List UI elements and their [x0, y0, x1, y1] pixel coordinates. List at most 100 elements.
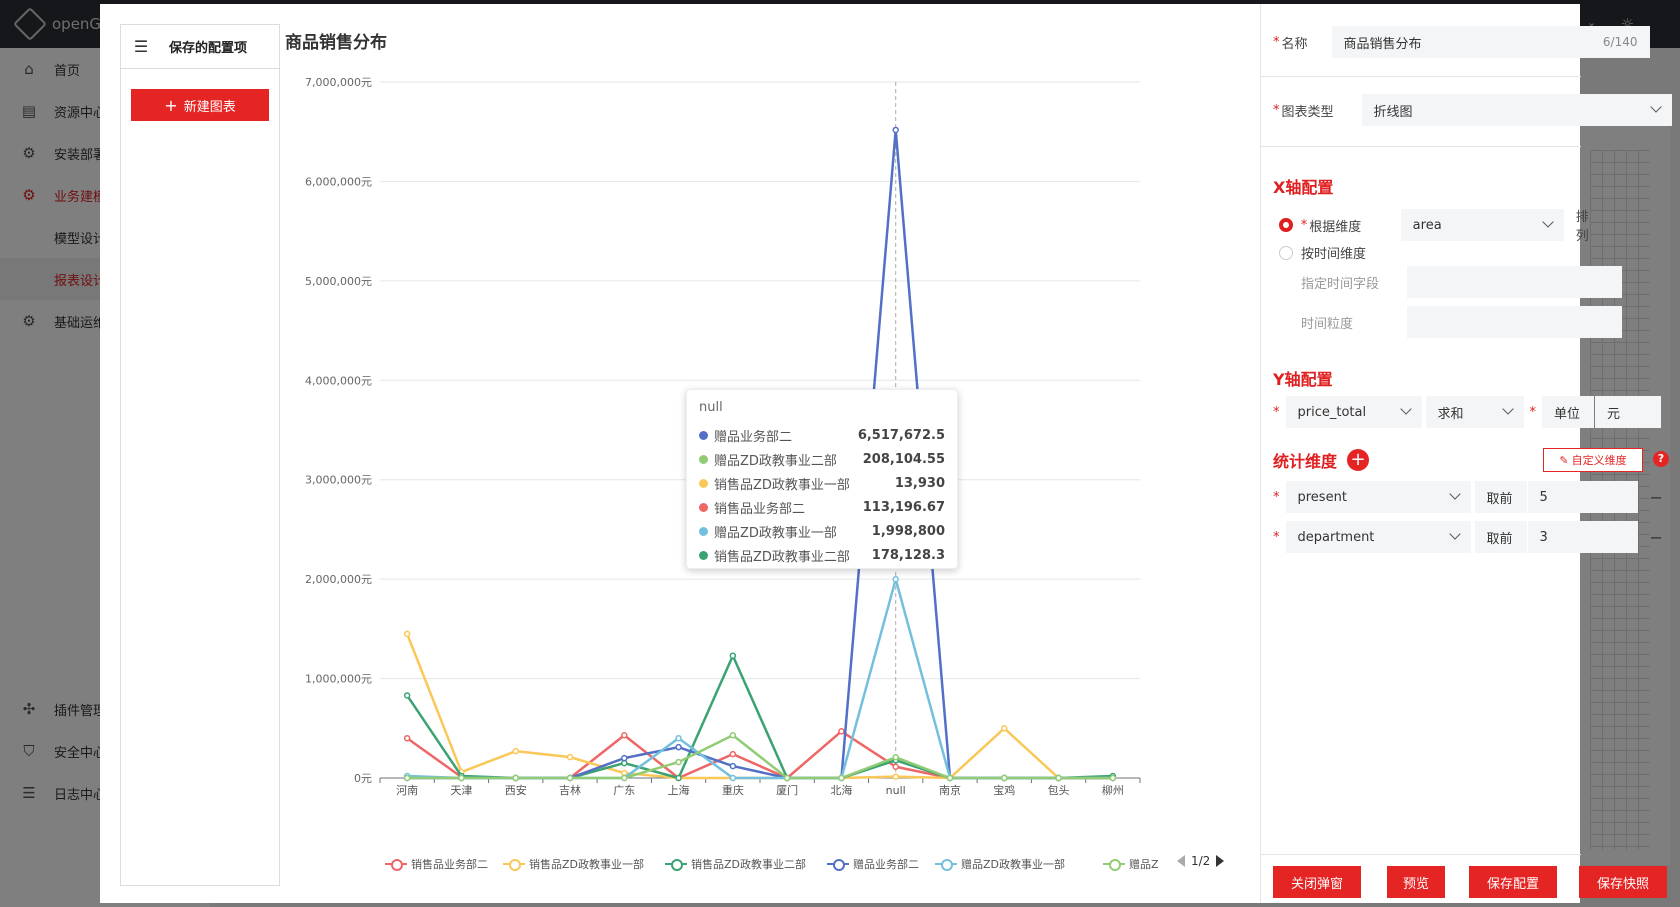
required-mark: * — [1273, 529, 1280, 545]
time-grain-row: 时间粒度 — [1301, 306, 1622, 338]
x-tick-label: 重庆 — [722, 783, 744, 797]
chevron-down-icon — [1448, 528, 1461, 540]
take-top-value: 5 — [1539, 489, 1548, 505]
dimension-field-select[interactable]: present — [1285, 481, 1471, 513]
tooltip-series-value: 6,517,672.5 — [857, 427, 945, 443]
custom-dimension-label: 自定义维度 — [1571, 454, 1627, 467]
preview-button[interactable]: 预览 — [1387, 866, 1445, 898]
y-tick-label: 5,000,000元 — [305, 275, 372, 288]
series-dot — [699, 502, 708, 512]
data-point — [838, 728, 845, 735]
tooltip-row: 赠品ZD政教事业一部 1,998,800 — [699, 519, 945, 543]
time-field-label: 指定时间字段 — [1301, 276, 1380, 292]
time-field-input[interactable] — [1407, 266, 1622, 298]
help-icon[interactable]: ? — [1653, 451, 1669, 467]
unit-input[interactable]: 元 — [1595, 396, 1661, 428]
x-tick-label: 上海 — [668, 783, 690, 797]
x-tick-label: 厦门 — [776, 783, 798, 797]
x-tick-label: 北海 — [830, 783, 852, 797]
legend-label: 销售品业务部二 — [411, 858, 488, 871]
sort-button[interactable]: 排列 — [1576, 206, 1601, 244]
y-field-select[interactable]: price_total — [1285, 396, 1422, 428]
save-snapshot-button[interactable]: 保存快照 — [1579, 866, 1667, 898]
name-input[interactable]: 商品销售分布 6/140 — [1331, 26, 1650, 58]
data-point — [675, 774, 682, 782]
data-point — [566, 774, 574, 782]
tooltip-series-name: 销售品ZD政教事业二部 — [714, 549, 850, 565]
dimension-value: area — [1412, 217, 1442, 233]
take-top-input[interactable]: 5 — [1527, 481, 1638, 513]
data-point — [892, 126, 899, 134]
next-page-icon[interactable] — [1216, 855, 1225, 867]
remove-dimension-icon[interactable]: − — [1650, 528, 1663, 547]
legend-label: 销售品ZD政教事业二部 — [691, 858, 807, 871]
legend-item[interactable]: 销售品ZD政教事业一部 — [503, 856, 644, 872]
data-point — [675, 734, 682, 742]
legend-pager: 1/2 — [1177, 854, 1225, 868]
divider — [1261, 76, 1581, 77]
chart-type-row: * 图表类型 折线图 — [1273, 94, 1672, 126]
unit-value: 元 — [1607, 406, 1621, 422]
legend-line-icon — [935, 858, 957, 871]
legend-item[interactable]: 赠品Z — [1103, 856, 1159, 872]
name-char-count: 6/140 — [1602, 35, 1638, 49]
add-dimension-icon[interactable]: + — [1347, 449, 1370, 471]
save-config-button[interactable]: 保存配置 — [1469, 866, 1557, 898]
required-mark: * — [1273, 404, 1280, 420]
y-tick-label: 1,000,000元 — [305, 673, 372, 686]
new-chart-button[interactable]: + 新建图表 — [131, 89, 269, 121]
remove-dimension-icon[interactable]: − — [1650, 488, 1663, 507]
saved-config-title: 保存的配置项 — [169, 41, 248, 56]
tooltip-row: 销售品业务部二 113,196.67 — [699, 495, 945, 519]
legend-line-icon — [827, 858, 849, 871]
legend-item[interactable]: 销售品业务部二 — [385, 856, 488, 872]
legend-label: 赠品ZD政教事业一部 — [961, 858, 1066, 871]
config-panel: * 名称 商品销售分布 6/140 * 图表类型 折线图 X轴配置 * 根据维度… — [1260, 4, 1672, 903]
data-point — [729, 731, 737, 739]
custom-dimension-button[interactable]: ✎ 自定义维度 — [1543, 448, 1643, 472]
x-tick-label: 天津 — [450, 784, 472, 797]
legend-label: 赠品业务部二 — [853, 858, 919, 871]
y-tick-label: 6,000,000元 — [305, 175, 372, 188]
tooltip-row: 销售品ZD政教事业二部 178,128.3 — [699, 543, 945, 567]
series-dot — [699, 550, 708, 560]
x-tick-label: 河南 — [396, 784, 418, 797]
legend-item[interactable]: 销售品ZD政教事业二部 — [665, 856, 806, 872]
required-mark: * — [1300, 217, 1308, 233]
dimension-row: * present 取前 5 − — [1273, 481, 1663, 513]
x-tick-label: 南京 — [939, 783, 961, 797]
tooltip-series-name: 销售品ZD政教事业一部 — [714, 477, 850, 493]
legend-item[interactable]: 赠品ZD政教事业一部 — [935, 856, 1065, 872]
time-grain-input[interactable] — [1407, 306, 1622, 338]
by-time-row: 按时间维度 — [1279, 243, 1366, 262]
x-axis-section-title: X轴配置 — [1273, 178, 1334, 197]
menu-collapse-icon[interactable]: ☰ — [121, 37, 161, 56]
data-point — [403, 630, 411, 638]
legend-item[interactable]: 赠品业务部二 — [827, 856, 919, 872]
close-modal-button[interactable]: 关闭弹窗 — [1273, 866, 1361, 898]
y-aggregate-select[interactable]: 求和 — [1425, 396, 1524, 428]
plus-icon: + — [164, 95, 178, 115]
required-mark: * — [1273, 34, 1280, 50]
by-dimension-radio[interactable] — [1279, 218, 1293, 232]
tooltip-series-name: 赠品ZD政教事业一部 — [714, 525, 837, 541]
by-time-radio[interactable] — [1279, 245, 1293, 260]
legend-line-icon — [385, 858, 407, 871]
data-point — [403, 734, 411, 742]
x-tick-label: null — [886, 784, 906, 797]
divider — [1261, 146, 1581, 147]
new-chart-label: 新建图表 — [183, 99, 236, 115]
data-point — [892, 576, 899, 583]
data-point — [1001, 725, 1008, 732]
dimension-field-select[interactable]: department — [1285, 521, 1471, 553]
dimension-select[interactable]: area — [1400, 209, 1564, 241]
required-mark: * — [1273, 102, 1280, 118]
y-field-row: * price_total 求和 * 单位 元 — [1273, 396, 1661, 428]
tooltip-series-value: 208,104.55 — [862, 451, 945, 467]
take-top-input[interactable]: 3 — [1527, 521, 1638, 553]
prev-page-icon[interactable] — [1177, 855, 1185, 867]
tooltip-series-value: 13,930 — [894, 475, 945, 491]
chart-type-select[interactable]: 折线图 — [1361, 94, 1672, 126]
data-point — [1109, 774, 1117, 782]
tooltip-series-name: 赠品ZD政教事业二部 — [714, 453, 837, 469]
